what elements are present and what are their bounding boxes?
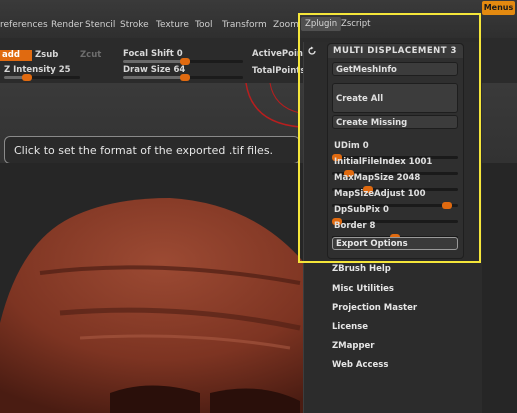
udim-slider[interactable]: UDim 0 xyxy=(332,141,458,161)
tooltip: Click to set the format of the exported … xyxy=(4,136,300,164)
panel-title[interactable]: MULTI DISPLACEMENT 3 xyxy=(328,44,463,58)
focal-shift-slider[interactable] xyxy=(123,58,243,65)
circular-arrow-icon[interactable] xyxy=(307,41,317,55)
menu-stroke[interactable]: Stroke xyxy=(120,20,149,30)
tab-zscript[interactable]: Zscript xyxy=(337,17,375,31)
focal-shift-knob[interactable] xyxy=(180,58,190,65)
dp-subpix-slider[interactable]: DpSubPix 0 xyxy=(332,205,458,225)
initial-file-index-label: InitialFileIndex 1001 xyxy=(334,157,433,167)
export-options-button[interactable]: Export Options xyxy=(332,237,458,250)
border-label: Border 8 xyxy=(334,221,376,231)
submenu-zbrush-help[interactable]: ZBrush Help xyxy=(332,264,391,274)
focal-shift-label: Focal Shift 0 xyxy=(123,49,183,59)
border-slider[interactable]: Border 8 xyxy=(332,221,458,241)
menu-preferences[interactable]: references xyxy=(0,20,48,30)
menus-button[interactable]: Menus xyxy=(482,1,515,15)
map-size-adjust-label: MapSizeAdjust 100 xyxy=(334,189,426,199)
zsub-button[interactable]: Zsub xyxy=(35,50,58,60)
menu-transform[interactable]: Transform xyxy=(222,20,267,30)
multi-displacement-panel: MULTI DISPLACEMENT 3 GetMeshInfo Create … xyxy=(327,43,464,259)
max-map-size-label: MaxMapSize 2048 xyxy=(334,173,421,183)
menu-texture[interactable]: Texture xyxy=(156,20,189,30)
max-map-size-slider[interactable]: MaxMapSize 2048 xyxy=(332,173,458,193)
dp-subpix-label: DpSubPix 0 xyxy=(334,205,389,215)
submenu-projection-master[interactable]: Projection Master xyxy=(332,303,417,313)
initial-file-index-slider[interactable]: InitialFileIndex 1001 xyxy=(332,157,458,177)
z-intensity-label: Z Intensity 25 xyxy=(4,65,71,75)
z-intensity-knob[interactable] xyxy=(22,74,32,81)
submenu-web-access[interactable]: Web Access xyxy=(332,360,388,370)
z-intensity-slider[interactable] xyxy=(4,74,80,81)
menu-render[interactable]: Render xyxy=(51,20,83,30)
submenu-misc-utilities[interactable]: Misc Utilities xyxy=(332,284,394,294)
create-all-button[interactable]: Create All xyxy=(332,83,458,113)
get-mesh-info-button[interactable]: GetMeshInfo xyxy=(332,62,458,76)
menu-zoom[interactable]: Zoom xyxy=(273,20,299,30)
zadd-button[interactable]: add xyxy=(0,50,32,61)
tab-zplugin[interactable]: Zplugin xyxy=(301,17,342,31)
menu-stencil[interactable]: Stencil xyxy=(85,20,115,30)
map-size-adjust-slider[interactable]: MapSizeAdjust 100 xyxy=(332,189,458,209)
draw-size-label: Draw Size 64 xyxy=(123,65,186,75)
draw-size-slider[interactable] xyxy=(123,74,243,81)
create-missing-button[interactable]: Create Missing xyxy=(332,115,458,129)
submenu-license[interactable]: License xyxy=(332,322,368,332)
draw-size-knob[interactable] xyxy=(180,74,190,81)
zcut-button[interactable]: Zcut xyxy=(80,50,101,60)
udim-label: UDim 0 xyxy=(334,141,369,151)
menu-bar: references Render Stencil Stroke Texture… xyxy=(0,0,517,38)
submenu-zmapper[interactable]: ZMapper xyxy=(332,341,374,351)
menu-tool[interactable]: Tool xyxy=(195,20,212,30)
